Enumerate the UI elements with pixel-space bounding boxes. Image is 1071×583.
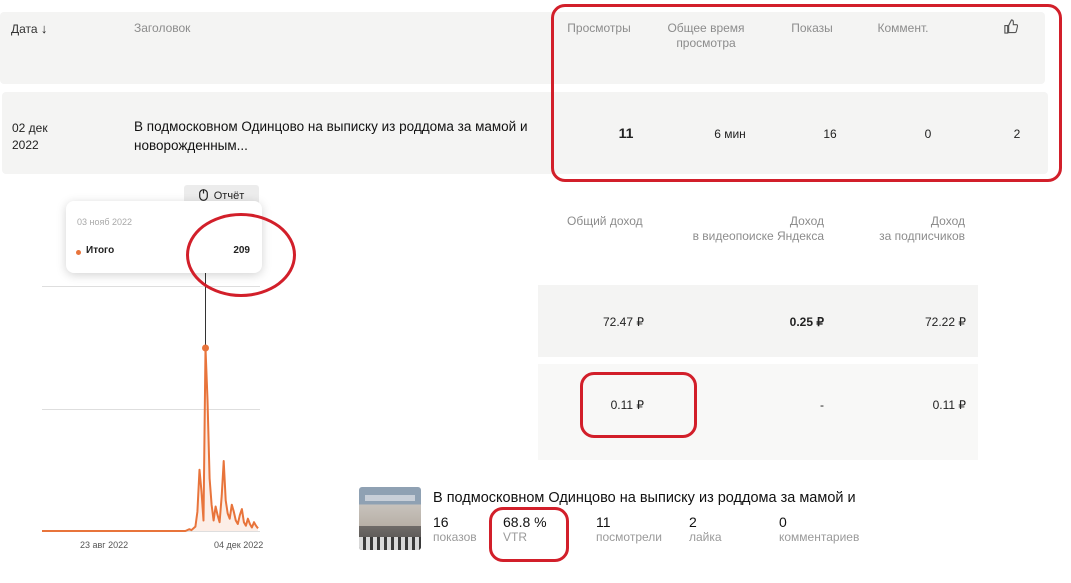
yandex-income-header-line1: Доход — [789, 214, 824, 228]
stat-label: показов — [433, 530, 477, 544]
chart-x-label-end: 04 дек 2022 — [214, 540, 264, 550]
highlight-annotation-vtr — [489, 507, 569, 562]
stat-label: лайка — [689, 530, 722, 544]
video-card-title[interactable]: В подмосковном Одинцово на выписку из ро… — [433, 490, 856, 506]
stat-value: 16 — [433, 514, 449, 530]
stat-value: 11 — [596, 514, 611, 530]
stat-comments: 0 комментариев — [779, 514, 859, 544]
yandex-income-header-line2: в видеопоиске Яндекса — [692, 229, 824, 243]
highlight-annotation-tooltip — [186, 213, 296, 297]
stat-value: 0 — [779, 514, 787, 530]
stat-label: посмотрели — [596, 530, 662, 544]
subs-income-header-line1: Доход — [930, 214, 965, 228]
stat-likes: 2 лайка — [689, 514, 722, 544]
stat-watched: 11 посмотрели — [596, 514, 662, 544]
series-dot-icon — [76, 250, 81, 255]
revenue-yandex: - — [820, 398, 824, 412]
stat-impressions: 16 показов — [433, 514, 477, 544]
revenue-subs: 72.22 ₽ — [925, 315, 966, 329]
chart-series-line — [42, 347, 259, 532]
chart-x-label-start: 23 авг 2022 — [80, 540, 129, 550]
revenue-total: 72.47 ₽ — [603, 315, 644, 329]
subs-income-header-line2: за подписчиков — [879, 229, 965, 243]
stat-label: комментариев — [779, 530, 860, 544]
total-income-header[interactable]: Общий доход — [567, 214, 643, 229]
revenue-yandex: 0.25 ₽ — [789, 315, 824, 329]
revenue-subs: 0.11 ₽ — [932, 398, 966, 412]
highlight-annotation-revenue — [580, 372, 697, 438]
video-thumbnail[interactable] — [359, 487, 421, 550]
stat-value: 2 — [689, 514, 697, 530]
tooltip-series-label: Итого — [86, 245, 115, 256]
subs-income-header[interactable]: Доход за подписчиков — [840, 214, 965, 244]
yandex-income-header[interactable]: Доход в видеопоиске Яндекса — [640, 214, 824, 244]
chart-peak-point[interactable] — [202, 344, 210, 352]
thumbnail-crowd — [359, 537, 421, 550]
tooltip-date: 03 нояб 2022 — [77, 217, 133, 227]
thumbnail-sign — [365, 495, 415, 501]
